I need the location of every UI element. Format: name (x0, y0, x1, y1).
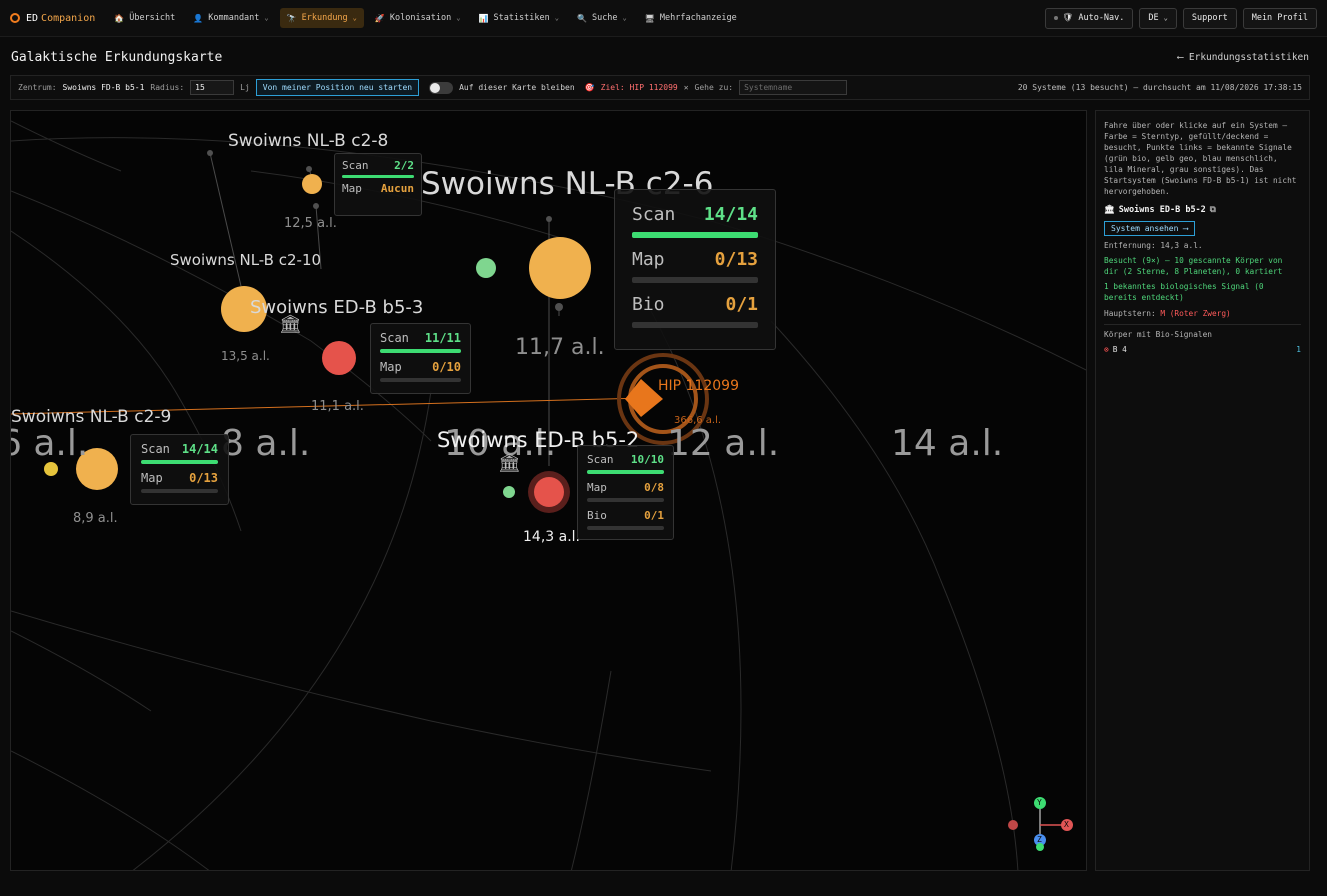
chevron-down-icon: ⌄ (622, 14, 627, 22)
ring-label-8: 8 a.l. (221, 423, 311, 464)
magnifier-icon: 🔍 (576, 13, 587, 23)
distance-label-c2-9: 8,9 a.l. (73, 511, 118, 526)
support-button[interactable]: Support (1182, 7, 1237, 29)
target-system-label[interactable]: HIP 112099 (658, 378, 739, 394)
chevron-down-icon: ⌄ (264, 14, 269, 22)
commander-icon: 👤 (193, 13, 204, 23)
museum-icon: 🏛 (498, 453, 521, 474)
galaxy-map[interactable]: Y X Z 6 a.l. 8 a.l. 10 a.l. 12 a.l. 14 a… (10, 110, 1087, 871)
axis-z-label: Z (1037, 835, 1042, 844)
system-card-b5-3[interactable]: Scan 11/11 Map 0/10 (370, 323, 471, 394)
telescope-icon: 🔭 (286, 13, 297, 23)
center-value: Swoiwns FD-B b5-1 (62, 83, 145, 92)
system-card-c2-8[interactable]: Scan 2/2 Map Aucun (334, 153, 422, 216)
chevron-down-icon: ⌄ (554, 14, 559, 22)
map-help-text: Fahre über oder klicke auf ein System – … (1104, 121, 1297, 196)
chevron-down-icon: ⌄ (456, 14, 461, 22)
selected-system-title: 🏛 Swoiwns ED-B b5-2 ⧉ (1104, 205, 1216, 216)
restart-from-position-button[interactable]: Von meiner Position neu starten (255, 79, 420, 96)
distance-label-c2-6: 11,7 a.l. (515, 335, 605, 360)
nav-exploration[interactable]: 🔭 Erkundung ⌄ (279, 8, 364, 28)
axis-x-label: X (1064, 820, 1069, 829)
bio-signal-info: 1 bekanntes biologisches Signal (0 berei… (1104, 282, 1264, 302)
star-b5-3 (322, 341, 356, 375)
axis-y-label: Y (1037, 798, 1042, 807)
radius-unit: Lj (240, 83, 250, 92)
system-distance: Entfernung: 14,3 a.l. (1104, 241, 1203, 250)
museum-icon: 🏛 (1104, 205, 1115, 215)
exploration-stats-link[interactable]: ⟵ Erkundungsstatistiken (1177, 52, 1309, 63)
rocket-icon: 🚀 (374, 13, 385, 23)
museum-icon: 🏛 (279, 314, 302, 335)
autonav-button[interactable]: 🛡 Auto-Nav. (1044, 7, 1134, 29)
star-c2-8 (302, 174, 322, 194)
distance-label-c2-10: 13,5 a.l. (221, 349, 270, 363)
target-icon: 🎯 (584, 83, 595, 92)
radius-input[interactable] (190, 80, 235, 95)
clear-target-icon[interactable]: ✕ (684, 83, 689, 92)
bio-body-row[interactable]: ⊗ B 4 1 (1104, 344, 1301, 355)
star-c2-6 (529, 237, 591, 299)
nav-right: 🛡 Auto-Nav. DE ⌄ Support Mein Profil (1044, 7, 1317, 29)
system-label-b5-3[interactable]: Swoiwns ED-B b5-3 (250, 297, 423, 318)
ring-logo-icon (10, 13, 20, 23)
ring-label-6: 6 a.l. (11, 423, 89, 464)
planet-b5-2 (503, 486, 515, 498)
chevron-down-icon: ⌄ (1163, 14, 1168, 22)
nav-statistics[interactable]: 📊 Statistiken ⌄ (472, 8, 566, 28)
radius-label: Radius: (150, 83, 185, 92)
nav-overview[interactable]: 🏠 Übersicht (107, 8, 182, 28)
nav-commander[interactable]: 👤 Kommandant ⌄ (186, 8, 275, 28)
language-select[interactable]: DE ⌄ (1139, 7, 1177, 29)
visited-info: Besucht (9×) – 10 gescannte Körper von d… (1104, 256, 1283, 276)
bio-bodies-heading: Körper mit Bio-Signalen (1104, 330, 1212, 339)
bio-missing-icon: ⊗ (1104, 345, 1109, 354)
nav-multiview[interactable]: 🖥 Mehrfachanzeige (638, 8, 744, 28)
profile-button[interactable]: Mein Profil (1242, 7, 1317, 29)
system-card-c2-6[interactable]: Scan 14/14 Map 0/13 Bio 0/1 (614, 189, 776, 350)
planet-c2-6 (476, 258, 496, 278)
map-toolbar: Zentrum: Swoiwns FD-B b5-1 Radius: Lj Vo… (10, 75, 1310, 100)
distance-label-c2-8: 12,5 a.l. (284, 216, 337, 231)
target-label: Ziel: HIP 112099 (600, 83, 678, 92)
bio-body-count: 1 (1296, 345, 1301, 354)
search-status: 20 Systeme (13 besucht) – durchsucht am … (1017, 83, 1302, 92)
ring-label-14: 14 a.l. (891, 423, 1004, 464)
brand-logo[interactable]: ED Companion (10, 13, 95, 24)
star-c2-9-small (44, 462, 58, 476)
distance-label-b5-3: 11,1 a.l. (311, 399, 364, 414)
main-star: Hauptstern: M (Roter Zwerg) (1104, 309, 1231, 318)
distance-label-b5-2: 14,3 a.l. (523, 529, 580, 545)
house-icon: 🏠 (114, 13, 125, 23)
system-label-c2-10[interactable]: Swoiwns NL-B c2-10 (170, 251, 321, 269)
goto-system-input[interactable] (739, 80, 848, 95)
view-system-button[interactable]: System ansehen ⟶ (1104, 221, 1196, 236)
system-label-c2-9[interactable]: Swoiwns NL-B c2-9 (11, 407, 171, 427)
status-dot-icon (1053, 16, 1058, 20)
chart-icon: 📊 (478, 13, 489, 23)
center-label: Zentrum: (18, 83, 57, 92)
system-label-c2-8[interactable]: Swoiwns NL-B c2-8 (228, 131, 388, 151)
divider (1104, 324, 1301, 325)
system-card-b5-2[interactable]: Scan 10/10 Map 0/8 Bio 0/1 (577, 445, 674, 540)
page-title: Galaktische Erkundungskarte (11, 50, 223, 65)
nav-colonisation[interactable]: 🚀 Kolonisation ⌄ (368, 8, 468, 28)
monitor-icon: 🖥 (644, 13, 655, 23)
stay-on-map-label: Auf dieser Karte bleiben (459, 83, 575, 92)
system-info-panel: Fahre über oder klicke auf ein System – … (1095, 110, 1310, 871)
ring-label-12: 12 a.l. (667, 423, 780, 464)
top-nav: ED Companion 🏠 Übersicht 👤 Kommandant ⌄ … (0, 0, 1327, 37)
chevron-down-icon: ⌄ (352, 14, 357, 22)
copy-icon[interactable]: ⧉ (1210, 205, 1216, 216)
goto-label: Gehe zu: (694, 83, 734, 92)
star-b5-2 (534, 477, 564, 507)
brand-companion: Companion (41, 12, 96, 24)
brand-ed: ED (26, 12, 39, 24)
stay-on-map-toggle[interactable] (429, 81, 454, 94)
target-distance-label: 366,6 a.l. (674, 415, 722, 426)
nav-search[interactable]: 🔍 Suche ⌄ (570, 8, 634, 28)
system-card-c2-9[interactable]: Scan 14/14 Map 0/13 (130, 434, 229, 505)
shield-icon: 🛡 (1062, 13, 1074, 23)
